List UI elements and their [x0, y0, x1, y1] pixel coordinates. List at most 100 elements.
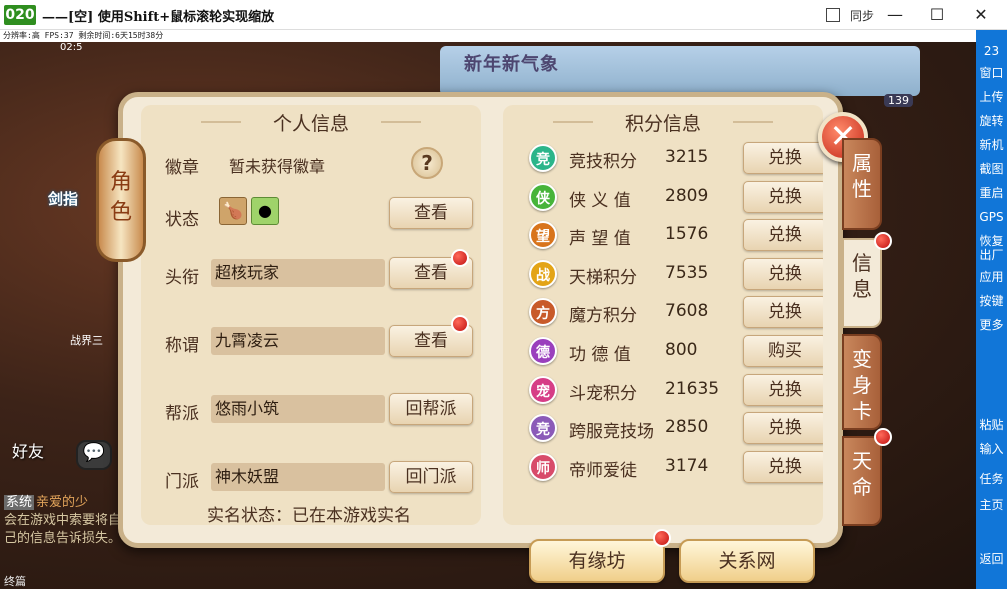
points-name: 魔方积分 — [569, 306, 637, 327]
points-value: 21635 — [665, 378, 720, 399]
notification-dot — [451, 315, 469, 333]
sidebar-item[interactable]: GPS — [976, 210, 1007, 224]
chat-line: 亲爱的少 — [36, 495, 89, 510]
points-name: 侠 义 值 — [569, 190, 631, 211]
relation-network-button[interactable]: 关系网 — [679, 539, 815, 583]
buff-icon: ● — [251, 197, 279, 225]
youyuanfang-button[interactable]: 有缘坊 — [529, 539, 665, 583]
chat-icon[interactable]: 💬 — [76, 440, 112, 470]
chat-log: 系统 亲爱的少 会在游戏中索要将自己的信息告诉损失。 — [4, 494, 124, 548]
exchange-button[interactable]: 兑换 — [743, 450, 823, 483]
system-tag: 系统 — [4, 495, 35, 510]
notification-dot — [874, 232, 892, 250]
exchange-button[interactable]: 兑换 — [743, 219, 823, 252]
area-name: 战界三 — [70, 334, 103, 347]
title-label: 称谓 — [165, 336, 199, 356]
help-glyph: ? — [421, 151, 433, 175]
sidebar-item[interactable]: 截图 — [976, 162, 1007, 176]
emulator-window: 020 ——[空] 使用Shift+鼠标滚轮实现缩放 同步 — ☐ ✕ 分辨率:… — [0, 0, 1007, 589]
sidebar-item[interactable]: 任务 — [976, 472, 1007, 486]
title-bar: 020 ——[空] 使用Shift+鼠标滚轮实现缩放 同步 — ☐ ✕ — [0, 0, 1007, 30]
sidebar-item[interactable]: 旋转 — [976, 114, 1007, 128]
tab-attributes[interactable]: 属性 — [842, 138, 882, 230]
exchange-button[interactable]: 兑换 — [743, 257, 823, 290]
sync-checkbox[interactable] — [826, 8, 840, 22]
badge-value: 暂未获得徽章 — [229, 157, 326, 176]
points-name: 天梯积分 — [569, 267, 637, 288]
points-icon: 竞 — [529, 414, 557, 443]
sidebar-item[interactable]: 新机 — [976, 138, 1007, 152]
status-view-button[interactable]: 查看 — [389, 197, 473, 229]
sidebar-item[interactable]: 返回 — [976, 552, 1007, 566]
window-title: ——[空] 使用Shift+鼠标滚轮实现缩放 — [42, 10, 275, 25]
emulator-sidebar: 23 窗口上传旋转新机截图重启 GPS 恢复出厂应用按键更多粘贴输入任务主页返回 — [976, 30, 1007, 589]
notification-dot — [451, 249, 469, 267]
exchange-button[interactable]: 兑换 — [743, 296, 823, 329]
gang-field: 悠雨小筑 — [211, 395, 385, 423]
sidebar-item[interactable]: 更多 — [976, 318, 1007, 332]
sidebar-item[interactable]: 上传 — [976, 90, 1007, 104]
head-field: 超核玩家 — [211, 259, 385, 287]
points-value: 1576 — [665, 224, 709, 245]
points-name: 帝师爱徒 — [569, 460, 637, 481]
points-row: 师帝师爱徒 3174 兑换 — [503, 450, 823, 486]
gang-label: 帮派 — [165, 404, 199, 424]
sidebar-item[interactable]: 粘贴 — [976, 418, 1007, 432]
personal-info-section: 个人信息 徽章 暂未获得徽章 ? 状态 🍗 ● 查看 头衔 超核玩家 查看 称谓… — [141, 105, 481, 526]
minimize-button[interactable]: — — [880, 2, 910, 28]
points-list[interactable]: 竞竞技积分 3215 兑换侠侠 义 值 2809 兑换望声 望 值 1576 兑换战天梯积分… — [503, 141, 823, 513]
return-sect-button[interactable]: 回门派 — [389, 461, 473, 493]
help-icon[interactable]: ? — [411, 147, 443, 179]
tab-destiny[interactable]: 天命 — [842, 436, 882, 526]
points-name: 跨服竞技场 — [569, 422, 654, 443]
points-icon: 竞 — [529, 144, 557, 172]
points-value: 3174 — [665, 455, 709, 476]
points-info-section: 积分信息 竞竞技积分 3215 兑换侠侠 义 值 2809 兑换望声 望 值 1576 兑换… — [503, 105, 823, 525]
sidebar-item[interactable]: 主页 — [976, 498, 1007, 512]
close-window-button[interactable]: ✕ — [966, 2, 996, 28]
sidebar-item[interactable]: 按键 — [976, 294, 1007, 308]
exchange-button[interactable]: 兑换 — [743, 142, 823, 174]
npc-name: 剑指 — [48, 190, 79, 208]
sidebar-item[interactable]: 重启 — [976, 186, 1007, 200]
status-line: 分辨率:高 FPS:37 剩余时间:6天15时38分 — [0, 30, 976, 42]
friends-button[interactable]: 好友 — [12, 438, 44, 462]
sidebar-count: 23 — [983, 44, 1000, 58]
sidebar-item[interactable]: 应用 — [976, 270, 1007, 284]
sect-field: 神木妖盟 — [211, 463, 385, 491]
return-gang-button[interactable]: 回帮派 — [389, 393, 473, 425]
points-icon: 侠 — [529, 182, 557, 211]
chat-text: 会在游戏中索要将自己的信息告诉损失。 — [4, 513, 122, 546]
exchange-button[interactable]: 兑换 — [743, 373, 823, 406]
points-name: 竞技积分 — [569, 152, 637, 172]
points-icon: 望 — [529, 221, 557, 250]
tab-info[interactable]: 信息 — [842, 238, 882, 328]
exchange-button[interactable]: 兑换 — [743, 180, 823, 213]
realname-status: 实名状态：已在本游戏实名 — [207, 506, 411, 526]
points-icon: 德 — [529, 337, 557, 365]
sidebar-item[interactable]: 窗口 — [976, 66, 1007, 80]
badge-label: 徽章 — [165, 158, 199, 178]
personal-info-title: 个人信息 — [201, 109, 421, 136]
app-number-badge: 020 — [4, 5, 36, 25]
exchange-button[interactable]: 兑换 — [743, 412, 823, 445]
points-row: 侠侠 义 值 2809 兑换 — [503, 180, 823, 216]
sidebar-item[interactable]: 输入 — [976, 442, 1007, 456]
banner-text: 新年新气象 — [464, 54, 559, 75]
head-label: 头衔 — [165, 268, 199, 288]
points-icon: 宠 — [529, 375, 557, 404]
bottom-label: 终篇 — [4, 575, 26, 588]
points-value: 7608 — [665, 301, 709, 322]
game-viewport[interactable]: 新年新气象 02:5 139 剑指 战界三 好友 💬 系统 亲爱的少 会在游戏中索… — [0, 42, 976, 589]
points-row: 战天梯积分 7535 兑换 — [503, 257, 823, 293]
points-value: 7535 — [665, 262, 709, 283]
maximize-button[interactable]: ☐ — [922, 2, 952, 28]
game-clock: 02:5 — [60, 42, 83, 53]
sidebar-item[interactable]: 恢复出厂 — [976, 234, 1007, 262]
role-tab-label: 角色 — [109, 170, 132, 225]
sync-label: 同步 — [850, 9, 875, 23]
points-row: 竞竞技积分 3215 兑换 — [503, 141, 823, 177]
exchange-button[interactable]: 购买 — [743, 335, 823, 367]
tab-transform-card[interactable]: 变身卡 — [842, 334, 882, 430]
title-field: 九霄凌云 — [211, 327, 385, 355]
